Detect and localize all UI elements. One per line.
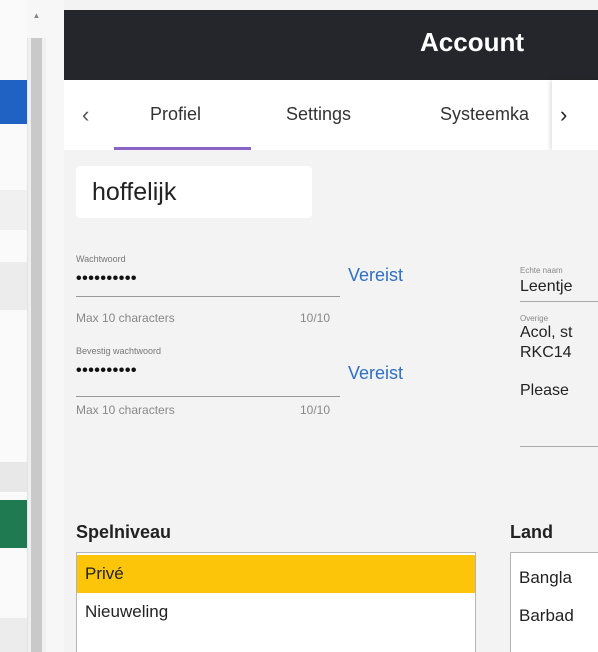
background-divider [46,0,64,652]
password-helper-text: Max 10 characters [76,311,175,325]
country-section-title: Land [510,522,553,542]
tab-settings[interactable]: Settings [286,104,351,125]
real-name-label: Echte naam [520,266,563,275]
real-name-input[interactable]: Leentje [520,278,598,296]
password-input[interactable]: •••••••••• [76,270,137,288]
confirm-password-helper-text: Max 10 characters [76,403,175,417]
level-list: Privé Nieuweling [76,552,476,652]
background-row [0,190,27,230]
level-option-prive[interactable]: Privé [77,555,475,593]
password-required: Vereist [348,265,404,285]
scroll-up-arrow-icon[interactable]: ▲ [27,0,46,38]
confirm-password-char-count: 10/10 [300,403,331,417]
chevron-right-icon: › [560,102,568,127]
account-dialog: Account ‹ Profiel Settings Systeemka › h… [64,10,598,652]
confirm-password-underline [76,396,340,397]
real-name-underline [520,301,598,302]
username-field[interactable]: hoffelijk [76,166,312,218]
dialog-title: Account [420,27,524,57]
country-option-bangladesh[interactable]: Bangla [511,559,598,597]
tab-profiel[interactable]: Profiel [150,104,201,125]
dialog-header: Account [64,10,598,80]
tab-next-button[interactable]: › [552,80,598,150]
password-label: Wachtwoord [76,254,126,264]
password-underline [76,296,340,297]
other-label: Overige [520,314,549,323]
confirm-password-required: Vereist [348,363,404,383]
other-text-line[interactable]: Please [520,382,598,400]
country-option-barbados[interactable]: Barbad [511,597,598,635]
other-text-line[interactable]: RKC14 [520,344,598,362]
profile-content: hoffelijk Wachtwoord •••••••••• Vereist … [64,150,598,652]
background-row [0,262,27,310]
tab-systeemkaart[interactable]: Systeemka [440,104,548,125]
background-blue-block [0,80,27,124]
background-green-block [0,500,27,548]
country-list: Bangla Barbad [510,552,598,652]
other-underline [520,446,598,447]
background-row [0,618,27,652]
level-option-nieuweling[interactable]: Nieuweling [77,593,475,631]
scrollbar-thumb[interactable] [31,38,42,652]
chevron-left-icon[interactable]: ‹ [82,102,89,128]
password-char-count: 10/10 [300,311,331,325]
confirm-password-label: Bevestig wachtwoord [76,346,162,356]
other-text-line[interactable]: Acol, st [520,324,598,342]
confirm-password-input[interactable]: •••••••••• [76,362,137,380]
level-section-title: Spelniveau [76,522,172,542]
background-row [0,462,27,492]
tab-bar: ‹ Profiel Settings Systeemka › [64,80,598,150]
